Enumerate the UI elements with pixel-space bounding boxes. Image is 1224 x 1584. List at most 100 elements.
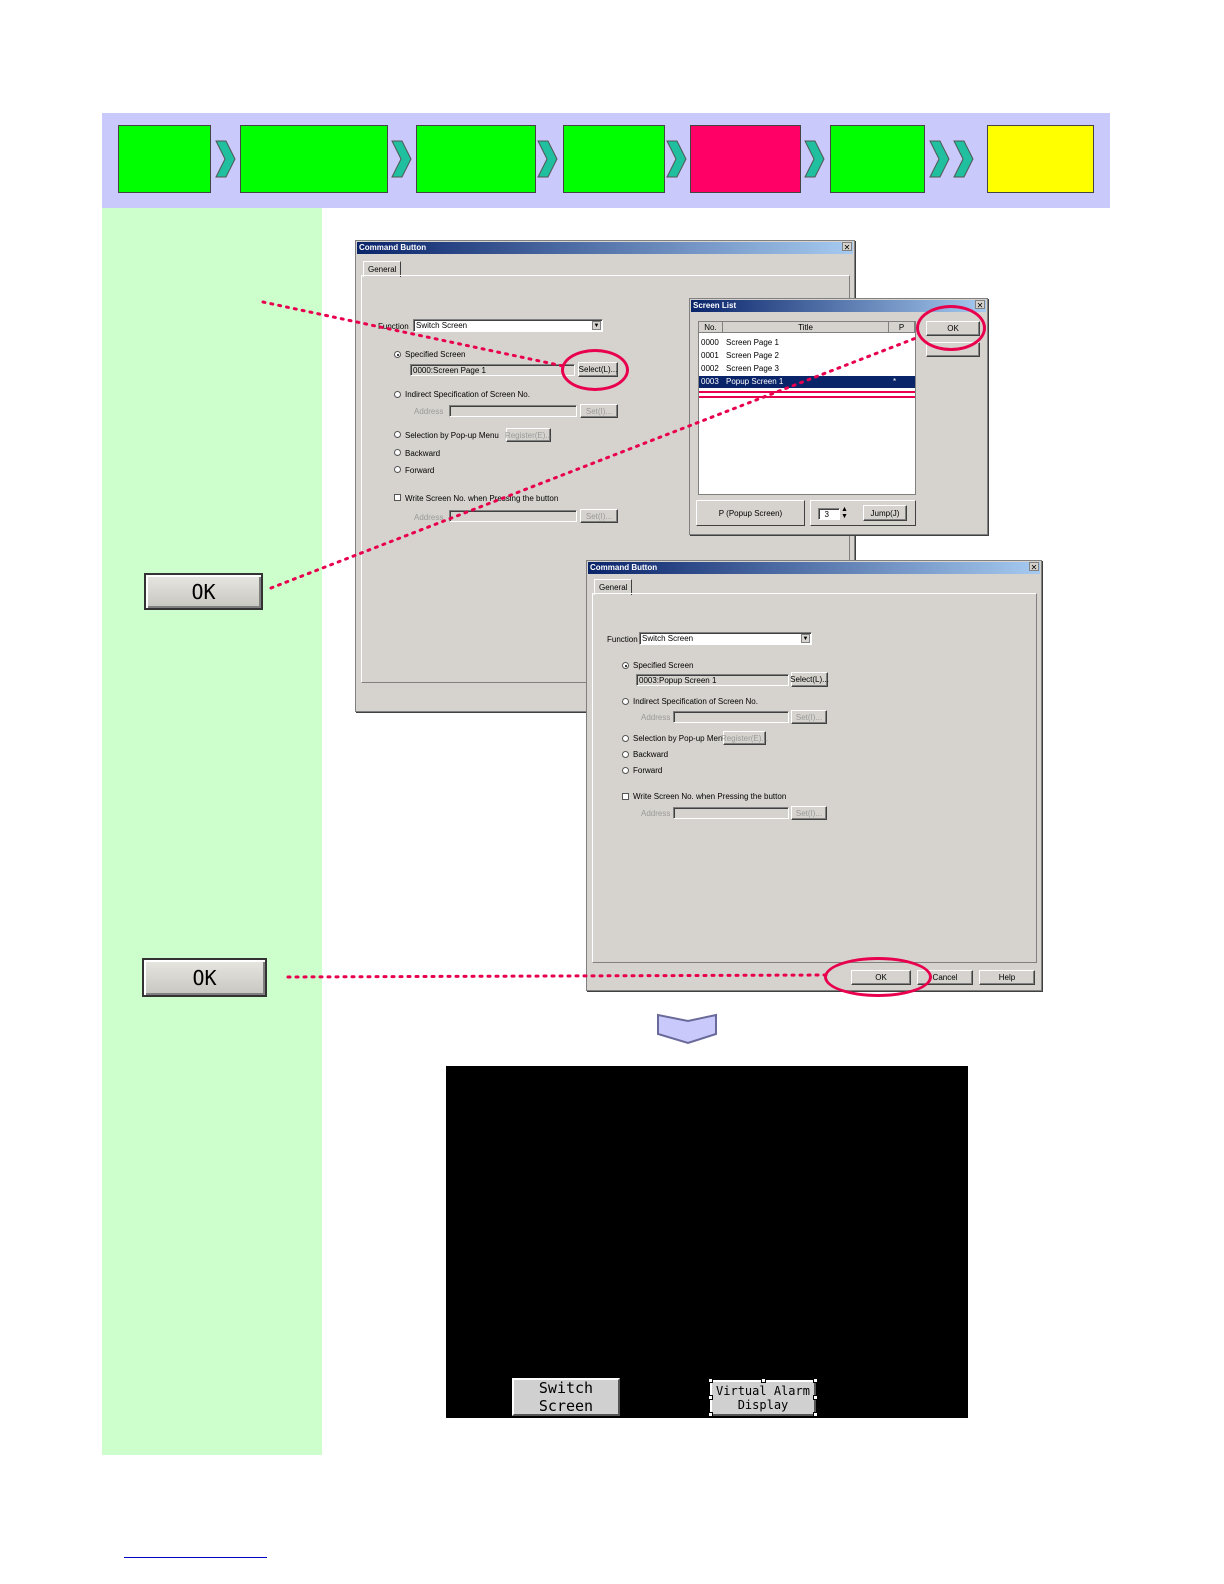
indirect-spec-label: Indirect Specification of Screen No. bbox=[405, 390, 530, 399]
set-button[interactable]: Set(I)... bbox=[580, 404, 618, 418]
register-button[interactable]: Register(E)... bbox=[721, 731, 768, 745]
tab-panel bbox=[592, 593, 1037, 963]
address2-label: Address bbox=[641, 809, 671, 818]
address-label: Address bbox=[641, 713, 671, 722]
step-2 bbox=[240, 125, 388, 193]
radio-backward[interactable] bbox=[622, 751, 629, 758]
highlight-screen-list-ok bbox=[916, 305, 986, 351]
radio-specified-screen[interactable] bbox=[394, 351, 401, 358]
help-button[interactable]: Help bbox=[979, 970, 1035, 985]
resize-handle[interactable] bbox=[813, 1412, 818, 1417]
write-screen-checkbox[interactable] bbox=[394, 494, 401, 501]
row-p: * bbox=[893, 377, 897, 386]
dialog-title: Command Button bbox=[357, 242, 853, 254]
chevron-right-icon bbox=[215, 140, 236, 178]
side-panel bbox=[102, 208, 322, 1455]
alarm-btn-line1: Virtual Alarm bbox=[716, 1384, 810, 1398]
set-button[interactable]: Set(I)... bbox=[791, 710, 827, 724]
table-row[interactable]: 0001 Screen Page 2 bbox=[699, 350, 915, 362]
row-no: 0000 bbox=[701, 338, 719, 347]
radio-indirect-spec[interactable] bbox=[622, 698, 629, 705]
switch-screen-button[interactable]: Switch Screen bbox=[512, 1378, 620, 1416]
specified-screen-field: 0000:Screen Page 1 bbox=[410, 364, 575, 376]
resize-handle[interactable] bbox=[813, 1378, 818, 1383]
chevron-right-icon bbox=[666, 140, 687, 178]
resize-handle[interactable] bbox=[708, 1378, 713, 1383]
address2-field bbox=[673, 807, 789, 819]
radio-indirect-spec[interactable] bbox=[394, 391, 401, 398]
chevron-down-icon[interactable]: ▼ bbox=[592, 321, 601, 330]
address-field bbox=[673, 711, 789, 723]
backward-label: Backward bbox=[633, 750, 669, 759]
backward-label: Backward bbox=[405, 449, 441, 458]
function-value: Switch Screen bbox=[642, 634, 694, 643]
register-button[interactable]: Register(E)... bbox=[505, 428, 552, 442]
select-button[interactable]: Select(L)... bbox=[790, 672, 829, 687]
function-select[interactable]: Switch Screen ▼ bbox=[413, 319, 603, 332]
column-header-p[interactable]: P bbox=[889, 322, 915, 333]
step-1 bbox=[118, 125, 211, 193]
close-icon[interactable]: ✕ bbox=[842, 242, 852, 252]
address-field bbox=[449, 405, 577, 417]
radio-popup-menu[interactable] bbox=[622, 735, 629, 742]
row-underline-highlight bbox=[699, 391, 915, 398]
screen-preview: Switch Screen Virtual Alarm Display bbox=[446, 1066, 968, 1418]
ok-button-illustration-2[interactable]: OK bbox=[142, 958, 267, 997]
specified-screen-label: Specified Screen bbox=[633, 661, 694, 670]
step-7-final bbox=[987, 125, 1094, 193]
close-icon[interactable]: ✕ bbox=[1029, 562, 1039, 572]
command-button-dialog-2: Command Button ✕ General Function Switch… bbox=[586, 560, 1042, 991]
chevron-down-icon[interactable]: ▼ bbox=[801, 634, 810, 643]
row-title: Screen Page 3 bbox=[726, 364, 779, 373]
radio-popup-menu[interactable] bbox=[394, 431, 401, 438]
row-no: 0003 bbox=[701, 377, 719, 386]
address2-label: Address bbox=[414, 513, 444, 522]
function-value: Switch Screen bbox=[416, 321, 468, 330]
function-select[interactable]: Switch Screen ▼ bbox=[639, 632, 812, 645]
alarm-btn-line2: Display bbox=[737, 1398, 789, 1412]
table-row[interactable]: 0002 Screen Page 3 bbox=[699, 363, 915, 375]
specified-screen-field: 0003:Popup Screen 1 bbox=[636, 674, 789, 686]
resize-handle[interactable] bbox=[813, 1395, 818, 1400]
address-label: Address bbox=[414, 407, 444, 416]
footer-link-underline bbox=[124, 1557, 267, 1558]
resize-handle[interactable] bbox=[761, 1378, 766, 1383]
ok-button-illustration-1[interactable]: OK bbox=[144, 573, 263, 610]
forward-label: Forward bbox=[405, 466, 435, 475]
screen-list-table: No. Title P 0000 Screen Page 1 0001 Scre… bbox=[698, 321, 916, 495]
function-label: Function bbox=[378, 322, 409, 331]
step-4 bbox=[563, 125, 665, 193]
spinner-icon[interactable]: ▲ ▼ bbox=[841, 506, 848, 520]
dialog-title: Command Button bbox=[588, 562, 1040, 574]
row-title: Popup Screen 1 bbox=[726, 377, 784, 386]
chevron-right-icon bbox=[804, 140, 825, 178]
popup-menu-label: Selection by Pop-up Menu bbox=[633, 734, 727, 743]
resize-handle[interactable] bbox=[708, 1412, 713, 1417]
radio-forward[interactable] bbox=[394, 466, 401, 473]
arrow-down-icon bbox=[657, 1013, 717, 1045]
close-icon[interactable]: ✕ bbox=[975, 300, 985, 310]
radio-backward[interactable] bbox=[394, 449, 401, 456]
virtual-alarm-display-button[interactable]: Virtual Alarm Display bbox=[710, 1380, 816, 1416]
popup-menu-label: Selection by Pop-up Menu bbox=[405, 431, 499, 440]
radio-forward[interactable] bbox=[622, 767, 629, 774]
step-bar bbox=[102, 113, 1110, 208]
chevron-right-icon bbox=[929, 140, 950, 178]
function-label: Function bbox=[607, 635, 638, 644]
address2-field bbox=[449, 510, 577, 522]
set2-button[interactable]: Set(I)... bbox=[791, 806, 827, 820]
resize-handle[interactable] bbox=[708, 1395, 713, 1400]
step-6 bbox=[830, 125, 925, 193]
jump-number-field[interactable]: 3 bbox=[818, 508, 840, 520]
jump-button[interactable]: Jump(J) bbox=[863, 505, 907, 521]
table-row-selected[interactable]: 0003 Popup Screen 1 * bbox=[699, 376, 915, 388]
set2-button[interactable]: Set(I)... bbox=[580, 509, 618, 523]
write-screen-checkbox[interactable] bbox=[622, 793, 629, 800]
radio-specified-screen[interactable] bbox=[622, 662, 629, 669]
step-5-current bbox=[690, 125, 801, 193]
specified-screen-label: Specified Screen bbox=[405, 350, 466, 359]
column-header-title[interactable]: Title bbox=[723, 322, 889, 333]
column-header-no[interactable]: No. bbox=[699, 322, 723, 333]
step-3 bbox=[416, 125, 536, 193]
table-row[interactable]: 0000 Screen Page 1 bbox=[699, 337, 915, 349]
